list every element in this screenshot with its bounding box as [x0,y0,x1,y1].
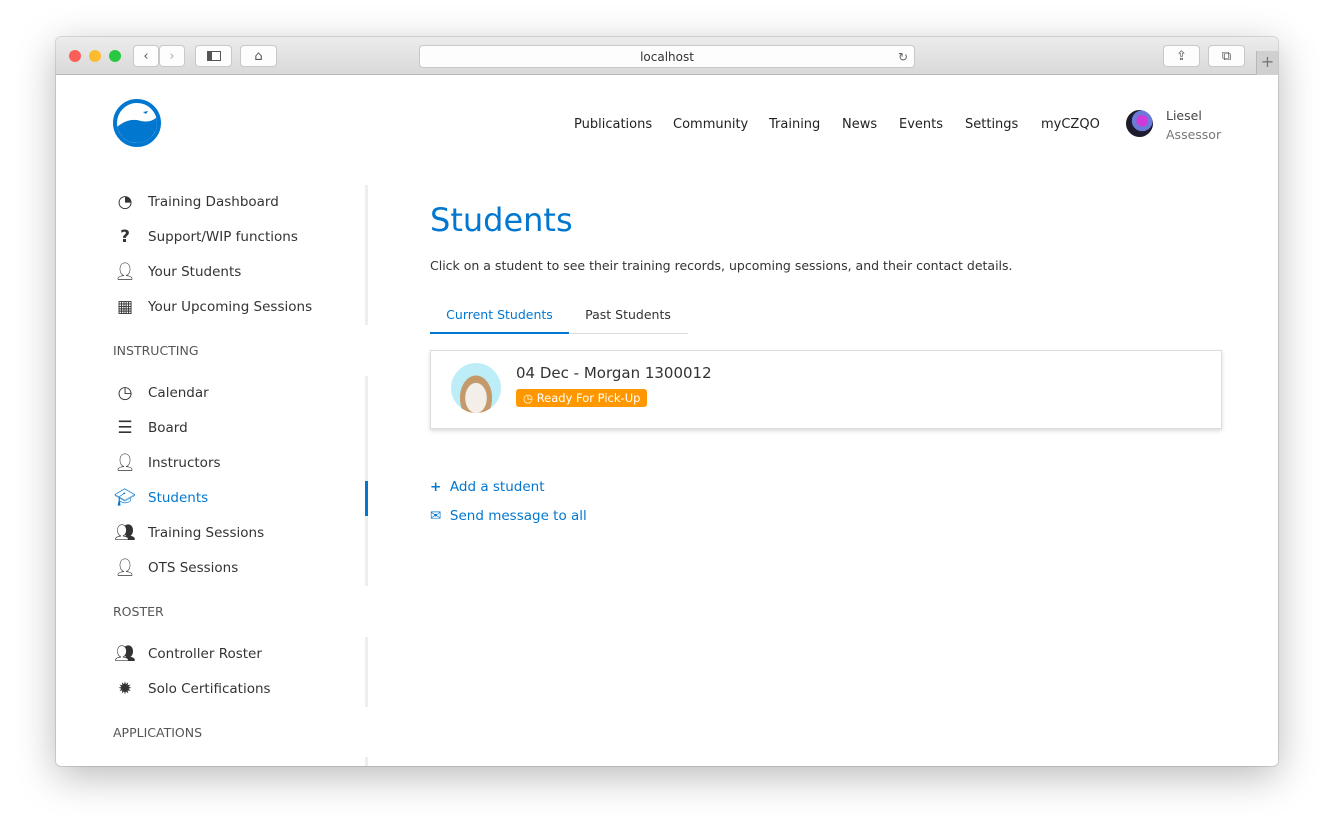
sidebar-item-board[interactable]: ☰ Board [113,417,188,439]
forward-button[interactable]: › [159,45,185,67]
browser-toolbar: ‹ › ⌂ localhost ↻ ⇪ ⧉ + [56,37,1278,75]
sidebar-item-training-sessions[interactable]: 👥︎ Training Sessions [113,522,264,544]
nav-publications[interactable]: Publications [574,117,652,132]
nav-events[interactable]: Events [899,117,943,132]
sidebar-divider [365,637,368,707]
user-shield-icon: 👤︎ [114,453,136,473]
minimize-button[interactable] [89,50,101,62]
envelope-icon: ✉ [430,508,442,524]
reload-icon[interactable]: ↻ [898,46,908,68]
sidebar-toggle-button[interactable] [195,45,232,67]
label: Your Upcoming Sessions [148,299,313,315]
sidebar-item-your-students[interactable]: 👤︎ Your Students [113,261,241,283]
chevron-left-icon: ‹ [143,48,149,64]
site-logo[interactable] [113,99,161,147]
user-role: Assessor [1166,127,1222,142]
student-name: 04 Dec - Morgan 1300012 [516,364,712,382]
dashboard-icon: ◔ [117,192,133,212]
label: Training Sessions [148,525,265,541]
sidebar-item-instructors[interactable]: 👤︎ Instructors [113,452,221,474]
users-icon: 👥︎ [114,523,136,543]
label: Calendar [148,385,209,401]
page-title: Students [430,201,573,239]
chevron-right-icon: › [169,48,175,64]
back-button[interactable]: ‹ [133,45,159,67]
status-text: Ready For Pick-Up [536,391,641,405]
plus-icon: + [430,479,442,495]
section-instructing: INSTRUCTING [113,343,199,358]
user-name[interactable]: Liesel [1166,108,1202,123]
nav-training[interactable]: Training [769,117,820,132]
send-message-link[interactable]: ✉ Send message to all [430,508,587,524]
users-icon: 👥︎ [114,644,136,664]
send-message-label: Send message to all [449,508,587,524]
sidebar-item-calendar[interactable]: ◷ Calendar [113,382,209,404]
student-avatar [451,363,501,413]
close-button[interactable] [69,50,81,62]
tab-past-students[interactable]: Past Students [569,307,687,322]
user-check-icon: 👤︎ [114,558,136,578]
label: Support/WIP functions [148,229,298,245]
browser-window: ‹ › ⌂ localhost ↻ ⇪ ⧉ + Publications Comm… [56,37,1278,766]
question-icon: ? [120,227,130,247]
sidebar-item-solo-certifications[interactable]: ✹ Solo Certifications [113,678,271,700]
add-student-link[interactable]: + Add a student [430,479,545,495]
user-icon: 👤︎ [114,262,136,282]
nav-news[interactable]: News [842,117,877,132]
url-text: localhost [640,50,694,64]
home-button[interactable]: ⌂ [240,45,277,67]
sidebar-item-training-dashboard[interactable]: ◔ Training Dashboard [113,191,279,213]
section-roster: ROSTER [113,604,164,619]
add-student-label: Add a student [449,479,545,495]
label: OTS Sessions [148,560,239,576]
sidebar-divider [365,185,368,325]
sidebar-divider [365,757,368,766]
sidebar-item-students[interactable]: 🎓︎ Students [113,487,208,509]
label: Solo Certifications [148,681,271,697]
home-icon: ⌂ [254,48,263,64]
sidebar-item-controller-roster[interactable]: 👥︎ Controller Roster [113,643,262,665]
nav-community[interactable]: Community [673,117,748,132]
section-applications: APPLICATIONS [113,725,203,740]
clock-icon: ◷ [523,391,537,405]
board-icon: ☰ [117,418,133,438]
label: Training Dashboard [148,194,279,210]
graduation-cap-icon: 🎓︎ [114,488,136,508]
user-avatar[interactable] [1126,110,1153,137]
label: Board [148,420,188,436]
tab-current-students[interactable]: Current Students [430,307,569,334]
nav-settings[interactable]: Settings [965,117,1018,132]
student-card[interactable]: 04 Dec - Morgan 1300012 ◷ Ready For Pick… [430,350,1222,429]
share-icon: ⇪ [1176,48,1187,64]
share-button[interactable]: ⇪ [1163,45,1200,67]
clock-icon: ◷ [117,383,133,403]
sidebar-item-support[interactable]: ? Support/WIP functions [113,226,298,248]
status-badge: ◷ Ready For Pick-Up [516,389,648,407]
sidebar-item-ots-sessions[interactable]: 👤︎ OTS Sessions [113,557,238,579]
nav-myczqo[interactable]: myCZQO [1041,117,1100,132]
sidebar-item-upcoming-sessions[interactable]: ▦ Your Upcoming Sessions [113,296,312,318]
label: Your Students [148,264,242,280]
certificate-icon: ✹ [117,679,133,699]
tabs-icon: ⧉ [1221,48,1232,64]
zoom-button[interactable] [109,50,121,62]
label: Instructors [148,455,221,471]
calendar-icon: ▦ [116,297,134,317]
label: Controller Roster [148,646,262,662]
new-tab-button[interactable]: + [1256,51,1278,75]
sidebar-icon [206,51,221,61]
label: Students [148,490,209,506]
tabs-button[interactable]: ⧉ [1208,45,1245,67]
sidebar-active-indicator [365,481,368,516]
page-description: Click on a student to see their training… [430,258,1013,273]
address-bar[interactable]: localhost ↻ [419,45,915,68]
